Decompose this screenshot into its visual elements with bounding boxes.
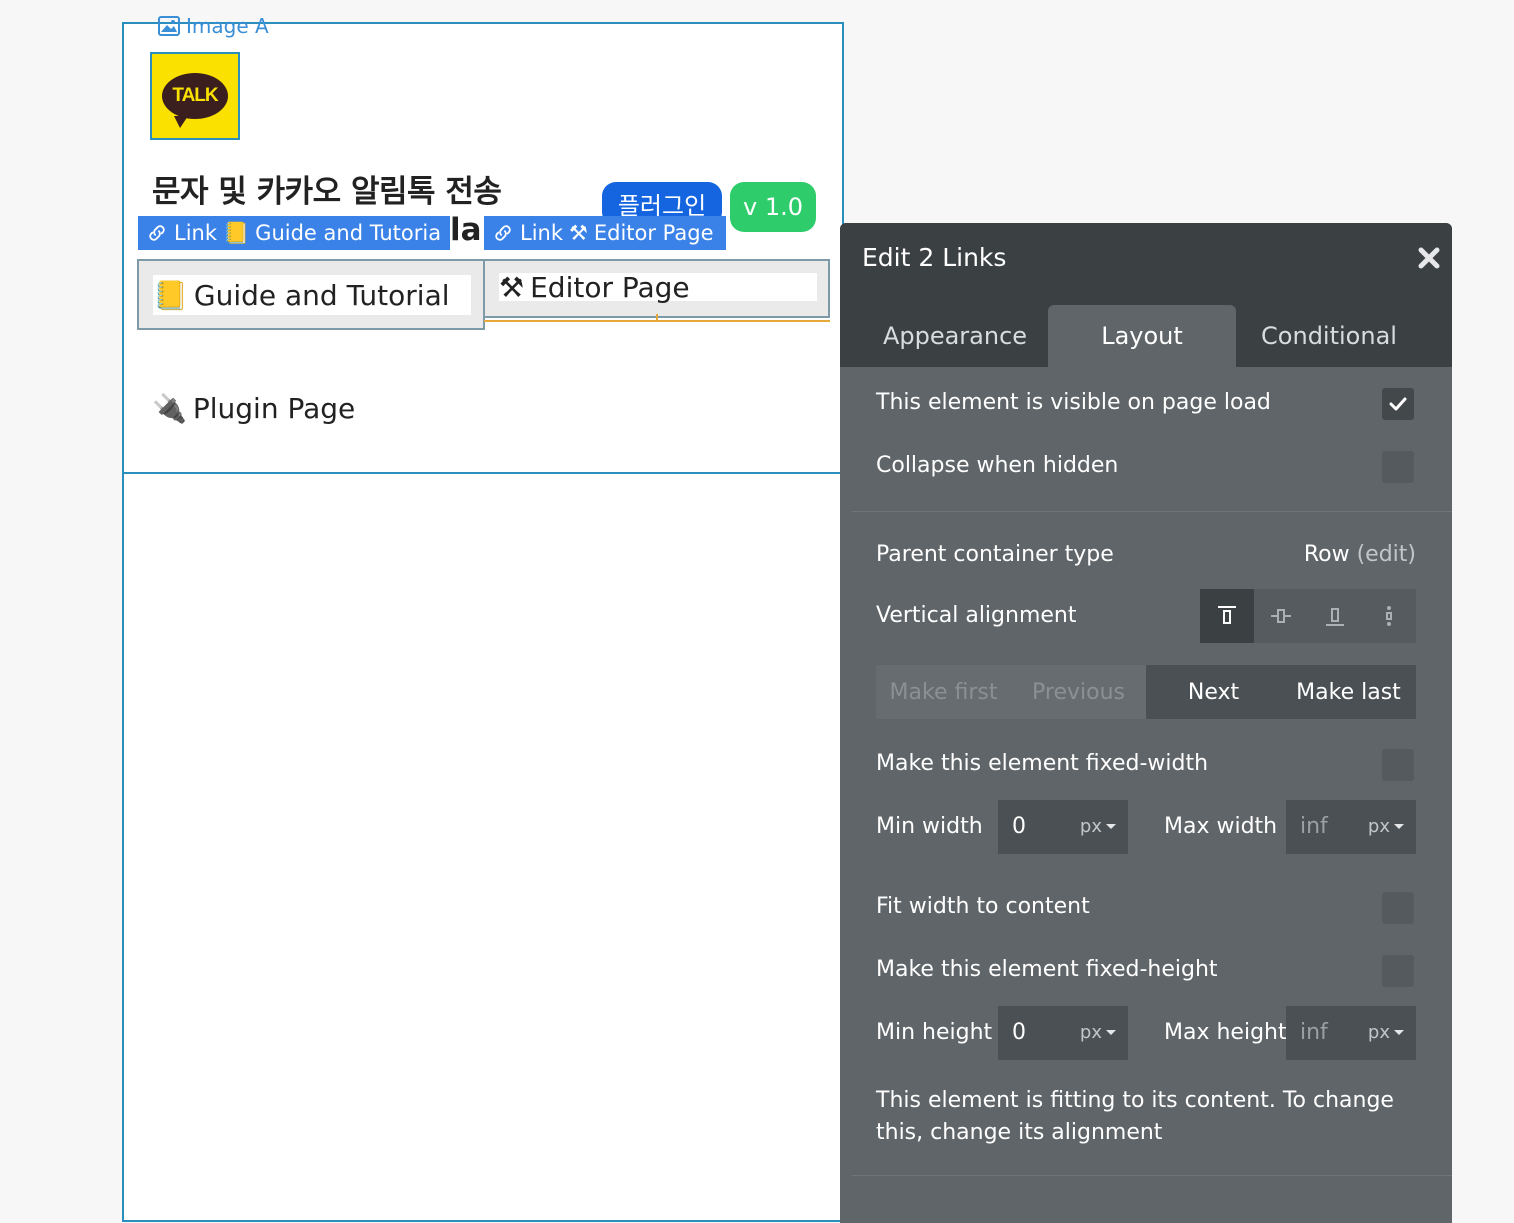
tab-appearance[interactable]: Appearance [862,305,1048,367]
min-width-input[interactable]: 0 px [998,800,1128,854]
collapse-when-hidden-checkbox[interactable] [1382,451,1414,483]
plugin-link[interactable]: 🔌 Plugin Page [152,392,355,425]
plug-icon: 🔌 [152,392,187,425]
parent-container-type: Row [1303,542,1350,567]
min-height-value: 0 [1012,1020,1026,1045]
align-center-icon [1271,609,1291,623]
make-last-button[interactable]: Make last [1281,665,1416,719]
visible-on-load-checkbox[interactable] [1382,388,1414,420]
align-stretch-icon [1386,606,1392,626]
property-editor-panel: Edit 2 Links Appearance Layout Condition… [840,223,1452,1223]
caret-down-icon [1394,1030,1404,1035]
min-height-label: Min height [876,1020,993,1045]
max-height-unit-dropdown[interactable]: px [1368,1022,1404,1043]
unit-label: px [1367,1022,1390,1043]
hammer-pick-icon: ⚒ [499,270,525,304]
fixed-width-checkbox[interactable] [1382,749,1414,781]
headline-overflow-text: la [450,212,482,248]
panel-header: Edit 2 Links [840,223,1452,293]
link-tag-guide[interactable]: Link 📒 Guide and Tutoria [138,216,450,250]
unit-label: px [1079,1022,1102,1043]
align-top-icon [1218,606,1236,624]
align-center-button[interactable] [1254,589,1308,643]
section-divider [852,1175,1452,1176]
max-height-input[interactable]: inf px [1286,1006,1416,1060]
min-height-input[interactable]: 0 px [998,1006,1128,1060]
element-order-buttons: Make first Previous Next Make last [876,665,1416,719]
unit-label: px [1367,816,1390,837]
guide-link[interactable]: 📒 Guide and Tutorial [153,275,471,315]
section-divider [852,511,1452,512]
hammer-pick-icon: ⚒ [569,221,588,245]
tab-conditional[interactable]: Conditional [1236,305,1422,367]
row-guide-tick [656,314,658,322]
next-button[interactable]: Next [1146,665,1281,719]
max-width-unit-dropdown[interactable]: px [1368,816,1404,837]
link-tag-prefix: Link [520,221,564,245]
guide-link-element[interactable]: 📒 Guide and Tutorial [137,259,485,330]
kakao-talk-logo[interactable]: TALK [150,52,240,140]
talk-bubble-icon: TALK [162,73,228,128]
align-top-button[interactable] [1200,589,1254,643]
vertical-alignment-label: Vertical alignment [876,603,1077,628]
vertical-alignment-buttons [1200,589,1416,643]
unit-label: px [1079,816,1102,837]
fit-width-label: Fit width to content [876,894,1090,919]
link-icon [495,225,511,241]
min-height-unit-dropdown[interactable]: px [1080,1022,1116,1043]
link-tag-editor[interactable]: Link ⚒ Editor Page [484,216,726,250]
panel-tabs: Appearance Layout Conditional [840,293,1452,367]
align-bottom-button[interactable] [1308,589,1362,643]
image-icon [158,16,180,36]
max-width-placeholder: inf [1300,814,1328,839]
make-first-button[interactable]: Make first [876,665,1011,719]
tab-layout[interactable]: Layout [1048,305,1236,367]
notebook-icon: 📒 [153,278,188,312]
version-badge[interactable]: v 1.0 [730,182,816,232]
fixed-height-label: Make this element fixed-height [876,957,1218,982]
max-width-label: Max width [1164,814,1278,839]
caret-down-icon [1394,824,1404,829]
max-width-input[interactable]: inf px [1286,800,1416,854]
fixed-height-checkbox[interactable] [1382,955,1414,987]
logo-text: TALK [172,85,218,106]
min-width-unit-dropdown[interactable]: px [1080,816,1116,837]
parent-container-value: Row (edit) [1304,542,1416,567]
checkmark-icon [1389,397,1407,411]
previous-button[interactable]: Previous [1011,665,1146,719]
caret-down-icon [1106,1030,1116,1035]
link-tag-text: Editor Page [593,221,714,245]
image-element-label: Image A [158,14,269,38]
fit-content-note: This element is fitting to its content. … [876,1088,1394,1145]
panel-title: Edit 2 Links [862,243,1007,272]
link-icon [149,225,165,241]
editor-link-element[interactable]: ⚒ Editor Page [483,259,830,318]
notebook-icon: 📒 [223,220,250,245]
guide-link-label: Guide and Tutorial [193,278,450,312]
parent-container-edit-link[interactable]: (edit) [1357,542,1416,567]
editor-link-label: Editor Page [530,270,690,304]
fixed-width-label: Make this element fixed-width [876,751,1209,776]
plugin-link-label: Plugin Page [192,392,356,425]
parent-container-label: Parent container type [876,542,1114,567]
collapse-when-hidden-label: Collapse when hidden [876,453,1119,478]
link-tag-text: Guide and Tutoria [255,221,442,245]
image-label-text: Image A [186,14,269,38]
align-bottom-icon [1326,608,1344,626]
order-disabled-group: Make first Previous [876,665,1146,719]
page-headline: 문자 및 카카오 알림톡 전송 [152,174,502,210]
min-width-label: Min width [876,814,983,839]
align-stretch-button[interactable] [1362,589,1416,643]
editor-link[interactable]: ⚒ Editor Page [499,270,817,304]
fit-width-checkbox[interactable] [1382,892,1414,924]
link-tag-prefix: Link [174,221,218,245]
max-height-placeholder: inf [1300,1020,1328,1045]
caret-down-icon [1106,824,1116,829]
visible-on-load-label: This element is visible on page load [876,390,1271,415]
max-height-label: Max height [1164,1020,1287,1045]
order-enabled-group: Next Make last [1146,665,1416,719]
close-icon[interactable] [1416,245,1442,271]
min-width-value: 0 [1012,814,1026,839]
